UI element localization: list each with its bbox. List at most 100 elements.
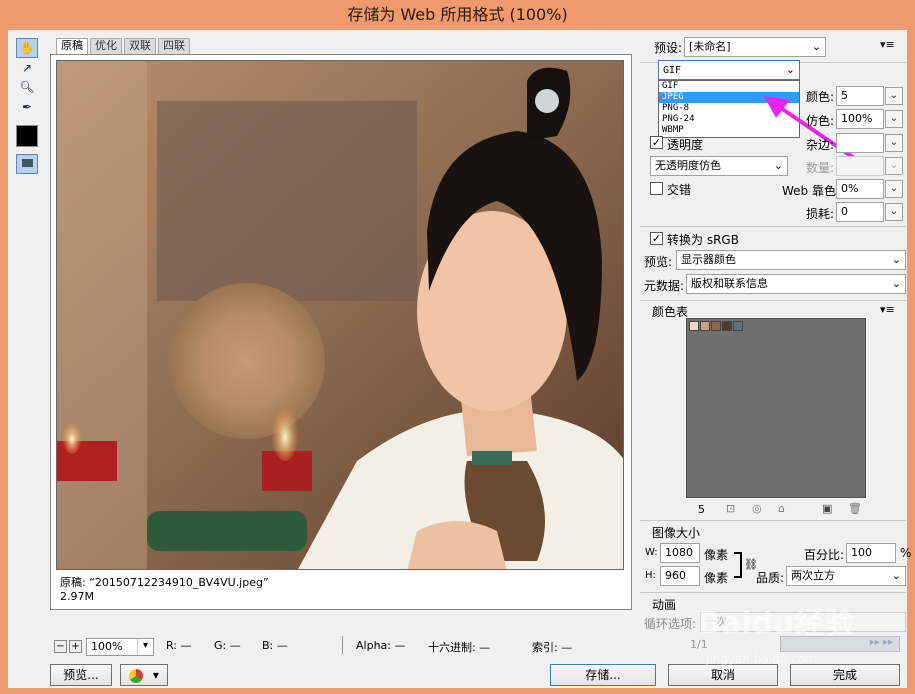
tab-2up[interactable]: 双联	[124, 38, 156, 54]
dither-label: 仿色:	[806, 114, 835, 128]
matte-field[interactable]	[836, 133, 884, 153]
tab-optimized[interactable]: 优化	[90, 38, 122, 54]
color-swatch[interactable]	[700, 321, 710, 331]
preview-mode-value: 显示器颜色	[681, 253, 736, 266]
color-count: 5	[698, 503, 705, 516]
amount-dropdown-arrow: ⌄	[885, 157, 903, 175]
web-snap-dropdown-arrow[interactable]: ⌄	[885, 180, 903, 198]
save-button[interactable]: 存储...	[550, 664, 656, 686]
transparency-checkbox[interactable]: ✓	[650, 136, 663, 149]
status-r: R: —	[166, 639, 192, 652]
preview-image[interactable]	[56, 60, 624, 570]
chevron-down-icon: ⌄	[811, 40, 821, 53]
interlaced-checkbox[interactable]	[650, 182, 663, 195]
dither-field[interactable]: 100%	[836, 109, 884, 129]
percent-field[interactable]: 100	[846, 543, 896, 563]
image-filesize: 2.97M	[60, 590, 94, 603]
cancel-button[interactable]: 取消	[668, 664, 778, 686]
preview-mode-label: 预览:	[644, 255, 673, 269]
settings-menu-icon[interactable]: ▾≡	[880, 38, 895, 51]
quality-select[interactable]: 两次立方 ⌄	[786, 566, 906, 586]
watermark-brand: Baidu经验	[698, 606, 855, 641]
done-button[interactable]: 完成	[790, 664, 900, 686]
preview-mode-select[interactable]: 显示器颜色 ⌄	[676, 250, 906, 270]
divider	[640, 226, 906, 227]
watermark-url: jingyan.baidu.com	[706, 652, 817, 666]
delete-color-icon[interactable]: 🗑︎	[848, 502, 862, 515]
web-shift-icon[interactable]: ◎	[752, 502, 762, 515]
constrain-bracket	[734, 552, 742, 578]
web-snap-field[interactable]: 0%	[836, 179, 884, 199]
colors-field[interactable]: 5	[836, 86, 884, 106]
status-alpha: Alpha: —	[356, 639, 406, 652]
new-color-icon[interactable]: ▣	[822, 502, 832, 515]
colors-dropdown-arrow[interactable]: ⌄	[885, 87, 903, 105]
eyedropper-color-swatch[interactable]	[16, 125, 38, 147]
map-color-icon[interactable]: ⊡	[726, 502, 735, 515]
hand-tool-icon[interactable]: ✋	[16, 38, 38, 58]
chevron-down-icon: ⌄	[891, 569, 901, 582]
zoom-in-button[interactable]: +	[69, 640, 82, 653]
divider	[640, 300, 906, 301]
status-index: 索引: —	[532, 641, 573, 654]
chevron-down-icon: ▾	[152, 668, 159, 682]
chevron-down-icon: ▾	[137, 639, 153, 655]
zoom-out-button[interactable]: −	[54, 640, 67, 653]
format-option-gif[interactable]: GIF	[659, 81, 799, 92]
lossy-dropdown-arrow[interactable]: ⌄	[885, 203, 903, 221]
color-swatch[interactable]	[722, 321, 732, 331]
color-swatch[interactable]	[711, 321, 721, 331]
height-label: H:	[645, 570, 656, 581]
animation-title: 动画	[652, 598, 677, 612]
zoom-level-value: 100%	[91, 640, 123, 653]
chevron-down-icon: ⌄	[773, 159, 783, 172]
window-frame-left	[0, 30, 8, 694]
amount-field	[836, 156, 884, 176]
color-swatch[interactable]	[689, 321, 699, 331]
status-hex: 十六进制: —	[428, 641, 491, 654]
lossy-label: 损耗:	[806, 207, 835, 221]
matte-dropdown-arrow[interactable]: ⌄	[885, 134, 903, 152]
color-table-menu-icon[interactable]: ▾≡	[880, 303, 895, 316]
preset-value: [未命名]	[689, 40, 731, 53]
divider	[640, 520, 906, 521]
zoom-level-select[interactable]: 100% ▾	[86, 638, 154, 656]
height-field[interactable]: 960	[660, 566, 700, 586]
file-format-select[interactable]: GIF ⌄	[658, 60, 800, 80]
window-title: 存储为 Web 所用格式 (100%)	[0, 0, 915, 30]
toggle-slices-visibility-icon[interactable]	[16, 154, 38, 174]
image-filename: 原稿: “20150712234910_BV4VU.jpeg”	[60, 576, 269, 589]
chevron-down-icon: ⌄	[891, 253, 901, 266]
lossy-field[interactable]: 0	[836, 202, 884, 222]
status-g: G: —	[214, 639, 241, 652]
transparency-dither-value: 无透明度仿色	[655, 159, 721, 172]
divider	[640, 592, 906, 593]
transparency-label: 透明度	[667, 138, 704, 152]
browser-preview-button[interactable]: ▾	[120, 664, 168, 686]
eyedropper-tool-icon[interactable]: ✒	[16, 98, 38, 118]
amount-label: 数量:	[806, 161, 835, 175]
transparency-dither-select[interactable]: 无透明度仿色 ⌄	[650, 156, 788, 176]
width-field[interactable]: 1080	[660, 543, 700, 563]
window-frame-right	[907, 30, 915, 694]
color-table[interactable]	[686, 318, 866, 498]
window-frame-bottom	[0, 688, 915, 694]
convert-srgb-label: 转换为 sRGB	[667, 233, 739, 247]
dither-dropdown-arrow[interactable]: ⌄	[885, 110, 903, 128]
interlaced-label: 交错	[667, 183, 692, 197]
preview-button[interactable]: 预览...	[50, 664, 112, 686]
status-b: B: —	[262, 639, 288, 652]
loop-label: 循环选项:	[644, 617, 697, 631]
zoom-tool-icon[interactable]: 🔍︎	[16, 78, 38, 98]
color-swatch[interactable]	[733, 321, 743, 331]
tab-original[interactable]: 原稿	[56, 38, 88, 54]
preset-select[interactable]: [未命名] ⌄	[684, 37, 826, 57]
lock-color-icon[interactable]: ⌂	[778, 502, 785, 515]
convert-srgb-checkbox[interactable]: ✓	[650, 232, 663, 245]
metadata-label: 元数据:	[644, 279, 685, 293]
file-format-value: GIF	[663, 65, 682, 76]
slice-select-tool-icon[interactable]: ↗	[16, 59, 38, 79]
metadata-select[interactable]: 版权和联系信息 ⌄	[686, 274, 906, 294]
image-size-title: 图像大小	[652, 526, 701, 540]
tab-4up[interactable]: 四联	[158, 38, 190, 54]
